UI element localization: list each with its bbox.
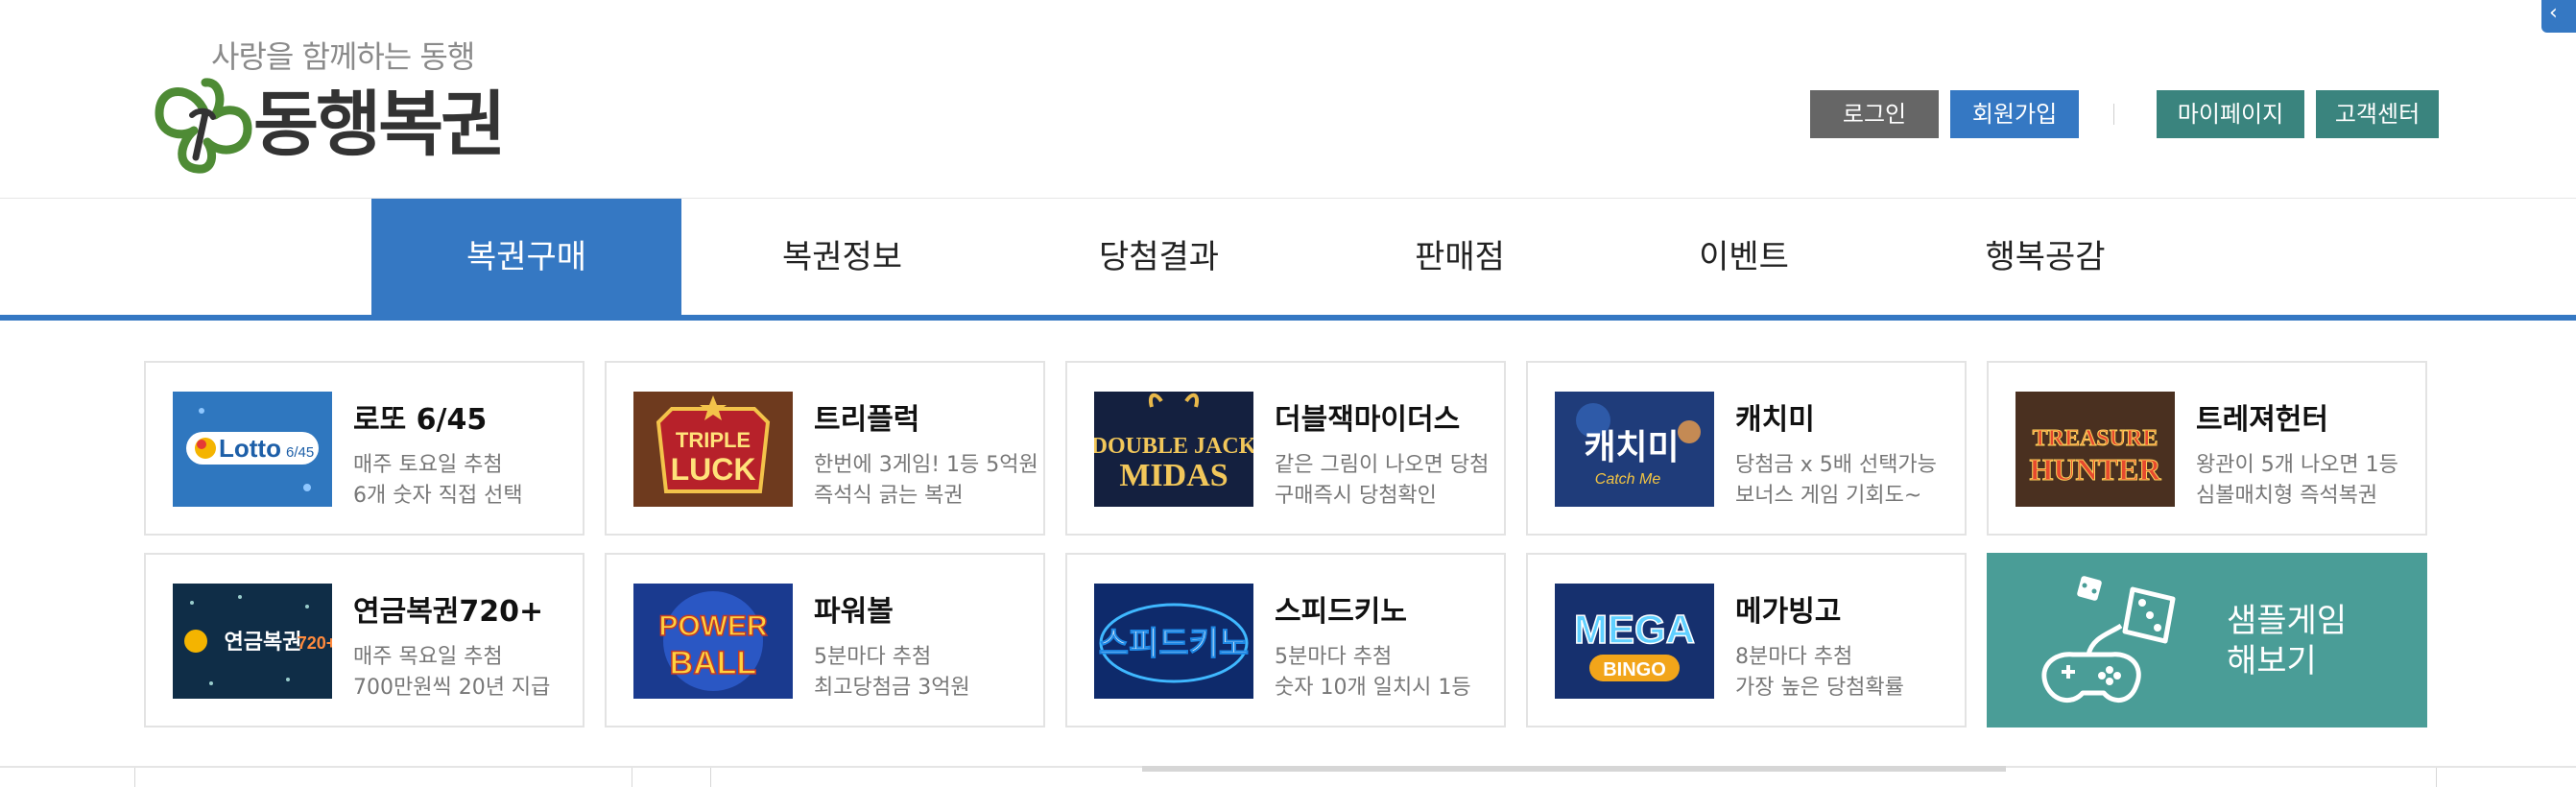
site-logo[interactable]: 사랑을 함께하는 동행 동행복권 — [152, 33, 506, 174]
scroll-indicator — [1142, 766, 2006, 772]
game-desc-1: 매주 목요일 추첨 — [353, 645, 503, 669]
svg-text:캐치미: 캐치미 — [1584, 428, 1679, 467]
speedkeno-thumbnail: 스피드키노 — [1094, 584, 1253, 699]
game-title: 트레져헌터 — [2196, 403, 2328, 437]
mypage-button[interactable]: 마이페이지 — [2157, 90, 2304, 138]
game-desc-1: 5분마다 추첨 — [814, 645, 932, 669]
nav-item-info[interactable]: 복권정보 — [691, 199, 993, 316]
svg-text:TRIPLE: TRIPLE — [676, 428, 751, 452]
svg-text:LUCK: LUCK — [671, 452, 756, 487]
megabingo-thumbnail: MEGA BINGO — [1555, 584, 1714, 699]
svg-text:720+: 720+ — [298, 633, 332, 653]
game-card-catch-me[interactable]: 캐치미 Catch Me 캐치미 당첨금 x 5배 선택가능 보너스 게임 기회… — [1526, 361, 1967, 536]
main-nav: 복권구매 복권정보 당첨결과 판매점 이벤트 행복공감 — [0, 198, 2576, 321]
game-desc-2: 최고당첨금 3억원 — [814, 676, 970, 700]
svg-text:스피드키노: 스피드키노 — [1099, 625, 1249, 663]
game-card-megabingo[interactable]: MEGA BINGO 메가빙고 8분마다 추첨 가장 높은 당첨확률 — [1526, 553, 1967, 727]
clover-logo-icon — [155, 78, 252, 174]
game-title: 트리플럭 — [814, 403, 920, 437]
pension720-thumbnail: 연금복권 720+ — [173, 584, 332, 699]
customer-center-button[interactable]: 고객센터 — [2316, 90, 2439, 138]
nav-item-stores[interactable]: 판매점 — [1324, 199, 1595, 316]
game-card-speedkeno[interactable]: 스피드키노 스피드키노 5분마다 추첨 숫자 10개 일치시 1등 — [1065, 553, 1506, 727]
nav-item-events[interactable]: 이벤트 — [1605, 199, 1883, 316]
chevron-left-icon[interactable]: ‹ — [2541, 0, 2576, 33]
signup-button[interactable]: 회원가입 — [1950, 90, 2079, 138]
svg-text:BINGO: BINGO — [1603, 659, 1666, 680]
catch-me-thumbnail: 캐치미 Catch Me — [1555, 392, 1714, 507]
game-desc-1: 왕관이 5개 나오면 1등 — [2196, 453, 2398, 477]
svg-text:Catch Me: Catch Me — [1595, 471, 1661, 488]
svg-text:BALL: BALL — [670, 645, 757, 681]
game-desc-1: 8분마다 추첨 — [1735, 645, 1853, 669]
svg-text:6/45: 6/45 — [286, 444, 314, 461]
game-title: 파워볼 — [814, 595, 894, 629]
game-desc-2: 6개 숫자 직접 선택 — [353, 484, 523, 508]
game-desc-2: 숫자 10개 일치시 1등 — [1275, 676, 1471, 700]
game-desc-2: 보너스 게임 기회도~ — [1735, 484, 1922, 508]
svg-text:연금복권: 연금복권 — [225, 631, 302, 655]
sample-game-label: 샘플게임 해보기 — [2227, 602, 2348, 680]
game-desc-1: 당첨금 x 5배 선택가능 — [1735, 453, 1937, 477]
game-card-powerball[interactable]: POWER BALL 파워볼 5분마다 추첨 최고당첨금 3억원 — [605, 553, 1045, 727]
footer-divider — [710, 768, 711, 787]
footer-divider — [2436, 768, 2437, 787]
svg-text:HUNTER: HUNTER — [2030, 452, 2162, 487]
game-title: 로또 6/45 — [353, 403, 488, 437]
logo-name: 동행복권 — [253, 83, 506, 166]
game-card-triple-luck[interactable]: TRIPLE LUCK 트리플럭 한번에 3게임! 1등 5억원 즉석식 긁는 … — [605, 361, 1045, 536]
nav-item-community[interactable]: 행복공감 — [1893, 199, 2198, 316]
powerball-thumbnail: POWER BALL — [633, 584, 793, 699]
game-title: 스피드키노 — [1275, 595, 1407, 629]
sample-game-button[interactable]: 샘플게임 해보기 — [1987, 553, 2427, 727]
game-desc-1: 5분마다 추첨 — [1275, 645, 1393, 669]
triple-luck-thumbnail: TRIPLE LUCK — [633, 392, 793, 507]
game-title: 더블잭마이더스 — [1275, 403, 1461, 437]
nav-item-buy[interactable]: 복권구매 — [371, 199, 681, 316]
game-desc-2: 심볼매치형 즉석복권 — [2196, 484, 2378, 508]
svg-text:MIDAS: MIDAS — [1119, 458, 1228, 493]
game-card-lotto645[interactable]: Lotto 6/45 로또 6/45 매주 토요일 추첨 6개 숫자 직접 선택 — [144, 361, 584, 536]
treasure-hunter-thumbnail: TREASURE HUNTER — [2015, 392, 2175, 507]
game-desc-1: 한번에 3게임! 1등 5억원 — [814, 453, 1038, 477]
lotto645-thumbnail: Lotto 6/45 — [173, 392, 332, 507]
svg-text:Lotto: Lotto — [219, 434, 281, 463]
game-title: 연금복권720+ — [353, 595, 544, 629]
nav-item-results[interactable]: 당첨결과 — [1003, 199, 1315, 316]
svg-text:MEGA: MEGA — [1574, 607, 1695, 652]
game-card-pension720[interactable]: 연금복권 720+ 연금복권720+ 매주 목요일 추첨 700만원씩 20년 … — [144, 553, 584, 727]
game-desc-2: 즉석식 긁는 복권 — [814, 484, 964, 508]
game-card-treasure-hunter[interactable]: TREASURE HUNTER 트레져헌터 왕관이 5개 나오면 1등 심볼매치… — [1987, 361, 2427, 536]
game-card-double-jack[interactable]: DOUBLE JACK MIDAS 더블잭마이더스 같은 그림이 나오면 당첨 … — [1065, 361, 1506, 536]
svg-text:TREASURE: TREASURE — [2033, 426, 2159, 451]
svg-text:DOUBLE JACK: DOUBLE JACK — [1094, 434, 1253, 459]
game-list: Lotto 6/45 로또 6/45 매주 토요일 추첨 6개 숫자 직접 선택… — [144, 361, 2428, 729]
svg-text:POWER: POWER — [658, 610, 768, 642]
util-divider — [2113, 104, 2114, 125]
double-jack-midas-thumbnail: DOUBLE JACK MIDAS — [1094, 392, 1253, 507]
game-desc-1: 매주 토요일 추첨 — [353, 453, 503, 477]
game-dice-icon — [2041, 576, 2176, 703]
game-desc-2: 700만원씩 20년 지급 — [353, 676, 551, 700]
game-desc-1: 같은 그림이 나오면 당첨 — [1275, 453, 1490, 477]
game-desc-2: 가장 높은 당첨확률 — [1735, 676, 1904, 700]
game-desc-2: 구매즉시 당첨확인 — [1275, 484, 1437, 508]
site-header: 사랑을 함께하는 동행 동행복권 로그인 회원가입 마이페이지 고객센터 ‹ — [0, 0, 2576, 198]
footer-divider — [134, 768, 135, 787]
game-title: 메가빙고 — [1735, 595, 1842, 629]
game-title: 캐치미 — [1735, 403, 1815, 437]
login-button[interactable]: 로그인 — [1810, 90, 1939, 138]
